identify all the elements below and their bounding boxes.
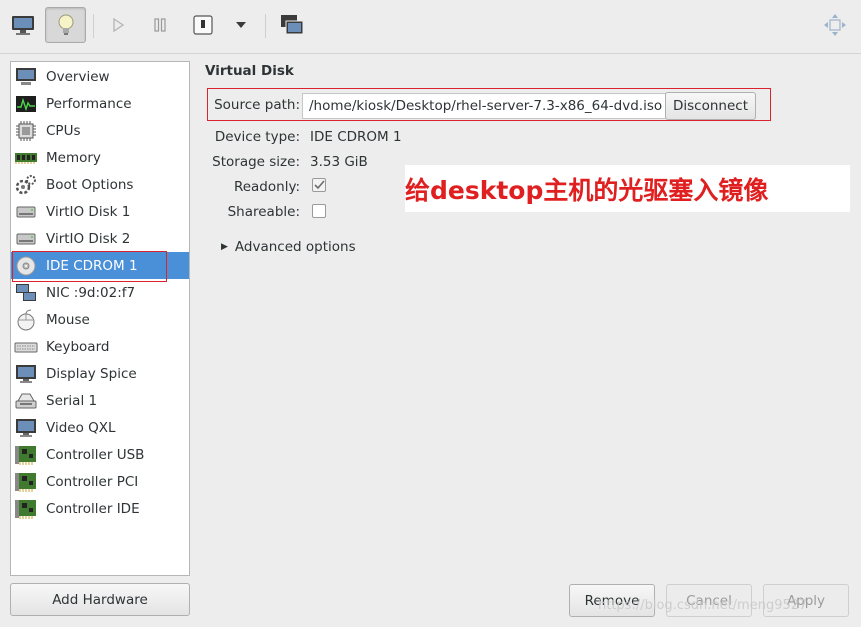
sidebar-item-memory[interactable]: Memory xyxy=(11,144,189,171)
shutdown-button[interactable] xyxy=(186,8,220,42)
sidebar-item-overview[interactable]: Overview xyxy=(11,63,189,90)
sidebar-item-label: Controller PCI xyxy=(46,473,139,490)
serial-icon xyxy=(14,390,38,412)
details-view-button[interactable] xyxy=(45,7,86,43)
cdrom-icon xyxy=(14,255,38,277)
sidebar-item-label: Controller USB xyxy=(46,446,145,463)
sidebar-item-serial-1[interactable]: Serial 1 xyxy=(11,387,189,414)
memory-icon xyxy=(14,147,38,169)
sidebar-item-mouse[interactable]: Mouse xyxy=(11,306,189,333)
sidebar-item-controller-ide[interactable]: Controller IDE xyxy=(11,495,189,522)
advanced-options-expander[interactable]: ▶ Advanced options xyxy=(221,239,356,255)
sidebar-item-boot-options[interactable]: Boot Options xyxy=(11,171,189,198)
storage-size-label: Storage size: xyxy=(212,154,300,170)
pause-icon xyxy=(154,18,166,32)
sidebar-item-virtio-disk-1[interactable]: VirtIO Disk 1 xyxy=(11,198,189,225)
sidebar-item-controller-pci[interactable]: Controller PCI xyxy=(11,468,189,495)
dropdown-arrow-icon xyxy=(236,22,246,28)
snapshots-button[interactable] xyxy=(275,8,309,42)
watermark: https://blog.csdn.net/meng9527 xyxy=(598,598,808,613)
sidebar-item-label: Mouse xyxy=(46,311,90,328)
sidebar-item-ide-cdrom-1[interactable]: IDE CDROM 1 xyxy=(11,252,189,279)
sidebar-item-keyboard[interactable]: Keyboard xyxy=(11,333,189,360)
sidebar-item-label: NIC :9d:02:f7 xyxy=(46,284,136,301)
keyboard-icon xyxy=(14,336,38,358)
sidebar-item-label: Boot Options xyxy=(46,176,134,193)
toolbar-separator xyxy=(265,14,266,38)
source-path-label: Source path: xyxy=(214,97,300,113)
expander-triangle-icon: ▶ xyxy=(221,242,228,252)
sidebar-item-nic[interactable]: NIC :9d:02:f7 xyxy=(11,279,189,306)
shareable-checkbox[interactable] xyxy=(312,204,326,218)
display-icon xyxy=(14,363,38,385)
sidebar-item-label: Performance xyxy=(46,95,132,112)
console-view-button[interactable] xyxy=(6,8,40,42)
lightbulb-icon xyxy=(58,14,73,35)
mouse-icon xyxy=(14,309,38,331)
storage-size-value: 3.53 GiB xyxy=(310,154,368,170)
controller-icon xyxy=(14,444,38,466)
device-type-label: Device type: xyxy=(214,129,300,145)
sidebar-item-label: Controller IDE xyxy=(46,500,140,517)
move-icon xyxy=(824,14,846,36)
checkmark-icon xyxy=(313,180,325,190)
fullscreen-button[interactable] xyxy=(818,8,852,42)
sidebar-item-label: Overview xyxy=(46,68,110,85)
video-icon xyxy=(14,417,38,439)
sidebar-item-cpus[interactable]: CPUs xyxy=(11,117,189,144)
add-hardware-button[interactable]: Add Hardware xyxy=(10,583,190,616)
sidebar-item-label: Display Spice xyxy=(46,365,137,382)
sidebar-item-label: CPUs xyxy=(46,122,81,139)
sidebar-item-label: Serial 1 xyxy=(46,392,98,409)
disk-icon xyxy=(14,201,38,223)
shutdown-menu-button[interactable] xyxy=(224,8,258,42)
sidebar-item-label: Video QXL xyxy=(46,419,116,436)
run-button[interactable] xyxy=(101,8,135,42)
sidebar-item-label: Memory xyxy=(46,149,101,166)
shareable-label: Shareable: xyxy=(227,204,300,220)
boot-icon xyxy=(14,174,38,196)
toolbar xyxy=(0,0,861,54)
annotation-text: 给desktop主机的光驱塞入镜像 xyxy=(405,165,850,212)
pause-button[interactable] xyxy=(143,8,177,42)
device-type-value: IDE CDROM 1 xyxy=(310,129,402,145)
controller-icon xyxy=(14,471,38,493)
sidebar-item-virtio-disk-2[interactable]: VirtIO Disk 2 xyxy=(11,225,189,252)
sidebar-item-label: VirtIO Disk 2 xyxy=(46,230,131,247)
hardware-list: Overview Performance CPUs Memory Boot Op… xyxy=(10,61,190,576)
disconnect-button[interactable]: Disconnect xyxy=(665,92,756,120)
sidebar-item-display-spice[interactable]: Display Spice xyxy=(11,360,189,387)
snapshot-icon xyxy=(281,15,304,35)
performance-icon xyxy=(14,93,38,115)
play-icon xyxy=(113,17,125,33)
disk-icon xyxy=(14,228,38,250)
controller-icon xyxy=(14,498,38,520)
sidebar-item-label: Keyboard xyxy=(46,338,110,355)
network-icon xyxy=(14,282,38,304)
source-path-field[interactable]: /home/kiosk/Desktop/rhel-server-7.3-x86_… xyxy=(302,93,666,119)
monitor-icon xyxy=(12,16,34,35)
readonly-label: Readonly: xyxy=(233,179,300,195)
readonly-checkbox[interactable] xyxy=(312,178,326,192)
sidebar-item-video-qxl[interactable]: Video QXL xyxy=(11,414,189,441)
overview-icon xyxy=(14,66,38,88)
cpu-icon xyxy=(14,120,38,142)
sidebar-item-controller-usb[interactable]: Controller USB xyxy=(11,441,189,468)
sidebar-item-performance[interactable]: Performance xyxy=(11,90,189,117)
sidebar-item-label: VirtIO Disk 1 xyxy=(46,203,131,220)
section-title: Virtual Disk xyxy=(205,63,294,79)
toolbar-separator xyxy=(93,14,94,38)
advanced-options-label: Advanced options xyxy=(234,239,356,255)
power-icon xyxy=(193,15,213,35)
sidebar-item-label: IDE CDROM 1 xyxy=(46,257,138,274)
